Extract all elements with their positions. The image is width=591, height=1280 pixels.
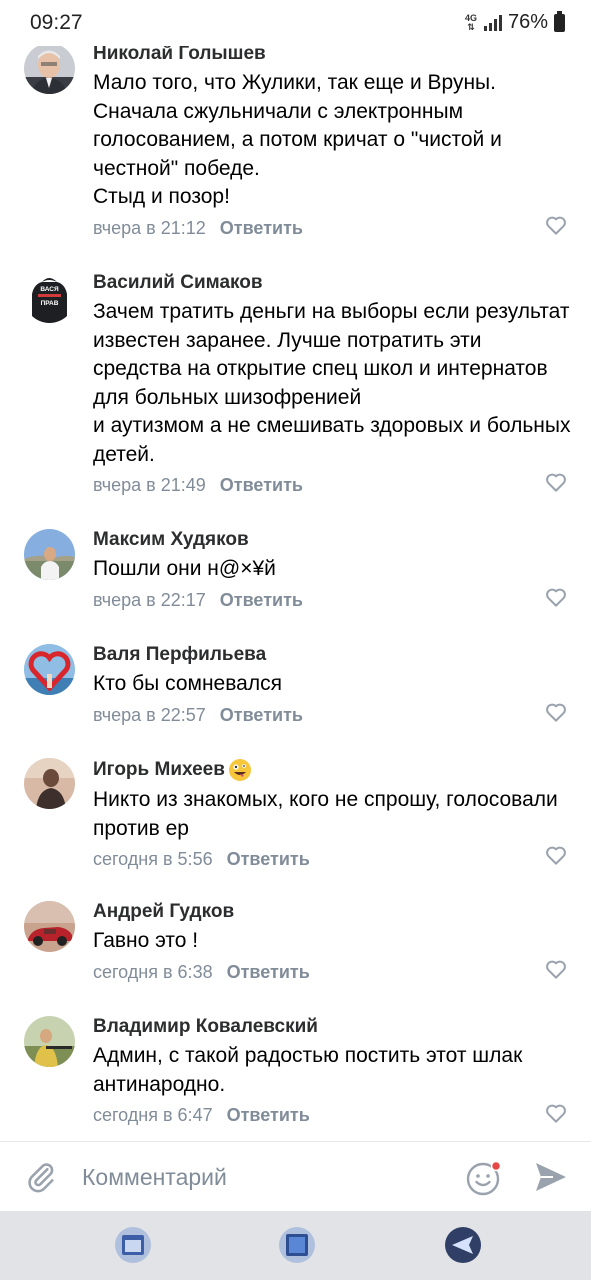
reply-button[interactable]: Ответить: [220, 218, 303, 238]
comment-time: сегодня в 6:47: [93, 1105, 213, 1125]
recent-apps-icon[interactable]: [113, 1225, 153, 1265]
reply-button[interactable]: Ответить: [220, 475, 303, 495]
comment-author[interactable]: Андрей Гудков: [93, 901, 573, 923]
avatar[interactable]: [24, 644, 75, 695]
reply-button[interactable]: Ответить: [227, 962, 310, 982]
comment-time: сегодня в 6:38: [93, 961, 213, 982]
comment-author[interactable]: Василий Симаков: [93, 272, 573, 294]
reply-button[interactable]: Ответить: [227, 849, 310, 869]
reply-button[interactable]: Ответить: [220, 590, 303, 610]
comment-text: Никто из знакомых, кого не спрошу, голос…: [93, 788, 558, 840]
comment-text: Кто бы сомневался: [93, 672, 282, 695]
paperclip-icon[interactable]: [24, 1159, 58, 1195]
comment-text: Пошли они н@×¥й: [93, 557, 276, 580]
comment-time: вчера в 22:57: [93, 704, 206, 725]
comment-meta: сегодня в 5:56 Ответить: [93, 848, 573, 870]
author-name[interactable]: Валя Перфильева: [93, 644, 266, 666]
avatar[interactable]: [24, 43, 75, 94]
heart-icon[interactable]: [545, 587, 567, 607]
status-bar: 09:27 4G ⇅ 76%: [0, 0, 591, 46]
comment-author[interactable]: Валя Перфильева: [93, 644, 573, 666]
comment-text: Зачем тратить деньги на выборы если резу…: [93, 300, 571, 466]
network-label: 4G: [464, 12, 477, 23]
author-name[interactable]: Василий Симаков: [93, 272, 263, 294]
battery-percent: 76%: [507, 11, 548, 33]
avatar-text-bottom: ПРАВ: [41, 300, 59, 307]
comment-meta: сегодня в 6:47 Ответить: [93, 1104, 573, 1126]
status-indicators: 4G ⇅ 76%: [464, 10, 565, 34]
avatar[interactable]: [24, 529, 75, 580]
author-name[interactable]: Игорь Михеев: [93, 759, 225, 781]
comment-input[interactable]: [82, 1160, 442, 1194]
comment-time: вчера в 22:17: [93, 589, 206, 610]
author-name[interactable]: Андрей Гудков: [93, 901, 234, 923]
heart-icon[interactable]: [545, 702, 567, 722]
reply-button[interactable]: Ответить: [220, 705, 303, 725]
battery-icon: [554, 10, 565, 32]
comment-meta: вчера в 21:49 Ответить: [93, 474, 573, 496]
comment-text: Админ, с такой радостью постить этот шла…: [93, 1044, 523, 1096]
send-icon[interactable]: [533, 1160, 569, 1194]
comment-meta: вчера в 22:57 Ответить: [93, 704, 573, 726]
network-type: 4G ⇅: [464, 12, 477, 32]
comment-meta: сегодня в 6:38 Ответить: [93, 961, 573, 983]
avatar[interactable]: [24, 901, 75, 952]
heart-icon[interactable]: [545, 845, 567, 865]
author-name[interactable]: Максим Худяков: [93, 529, 249, 551]
home-icon[interactable]: [277, 1225, 317, 1265]
comment-meta: вчера в 22:17 Ответить: [93, 589, 573, 611]
comment-author[interactable]: Максим Худяков: [93, 529, 573, 551]
comment-author[interactable]: Николай Голышев: [93, 43, 573, 65]
heart-icon[interactable]: [545, 472, 567, 492]
author-name[interactable]: Владимир Ковалевский: [93, 1016, 318, 1038]
heart-icon[interactable]: [545, 1103, 567, 1123]
back-icon[interactable]: [443, 1225, 483, 1265]
system-navbar: [0, 1211, 591, 1280]
comment-time: сегодня в 5:56: [93, 849, 213, 869]
comment-text: Гавно это !: [93, 929, 199, 952]
zany-face-emoji: [228, 759, 251, 781]
comment-text: Мало того, что Жулики, так еще и Вруны. …: [93, 71, 502, 208]
signal-icon: [483, 14, 502, 31]
heart-icon[interactable]: [545, 959, 567, 979]
comment-meta: вчера в 21:12 Ответить: [93, 217, 573, 239]
smile-icon[interactable]: [465, 1159, 503, 1197]
comment-author[interactable]: Игорь Михеев: [93, 758, 573, 782]
avatar[interactable]: ВАСЯ ПРАВ: [24, 272, 75, 323]
avatar-text-top: ВАСЯ: [40, 286, 59, 293]
avatar[interactable]: [24, 1016, 75, 1067]
comment-time: вчера в 21:12: [93, 217, 206, 238]
avatar[interactable]: [24, 758, 75, 809]
comment-composer: [0, 1141, 591, 1211]
reply-button[interactable]: Ответить: [227, 1105, 310, 1125]
notification-dot: [490, 1160, 502, 1172]
comment-time: вчера в 21:49: [93, 475, 206, 495]
author-name[interactable]: Николай Голышев: [93, 43, 266, 65]
heart-icon[interactable]: [545, 215, 567, 235]
comment-author[interactable]: Владимир Ковалевский: [93, 1016, 573, 1038]
status-time: 09:27: [30, 11, 83, 34]
